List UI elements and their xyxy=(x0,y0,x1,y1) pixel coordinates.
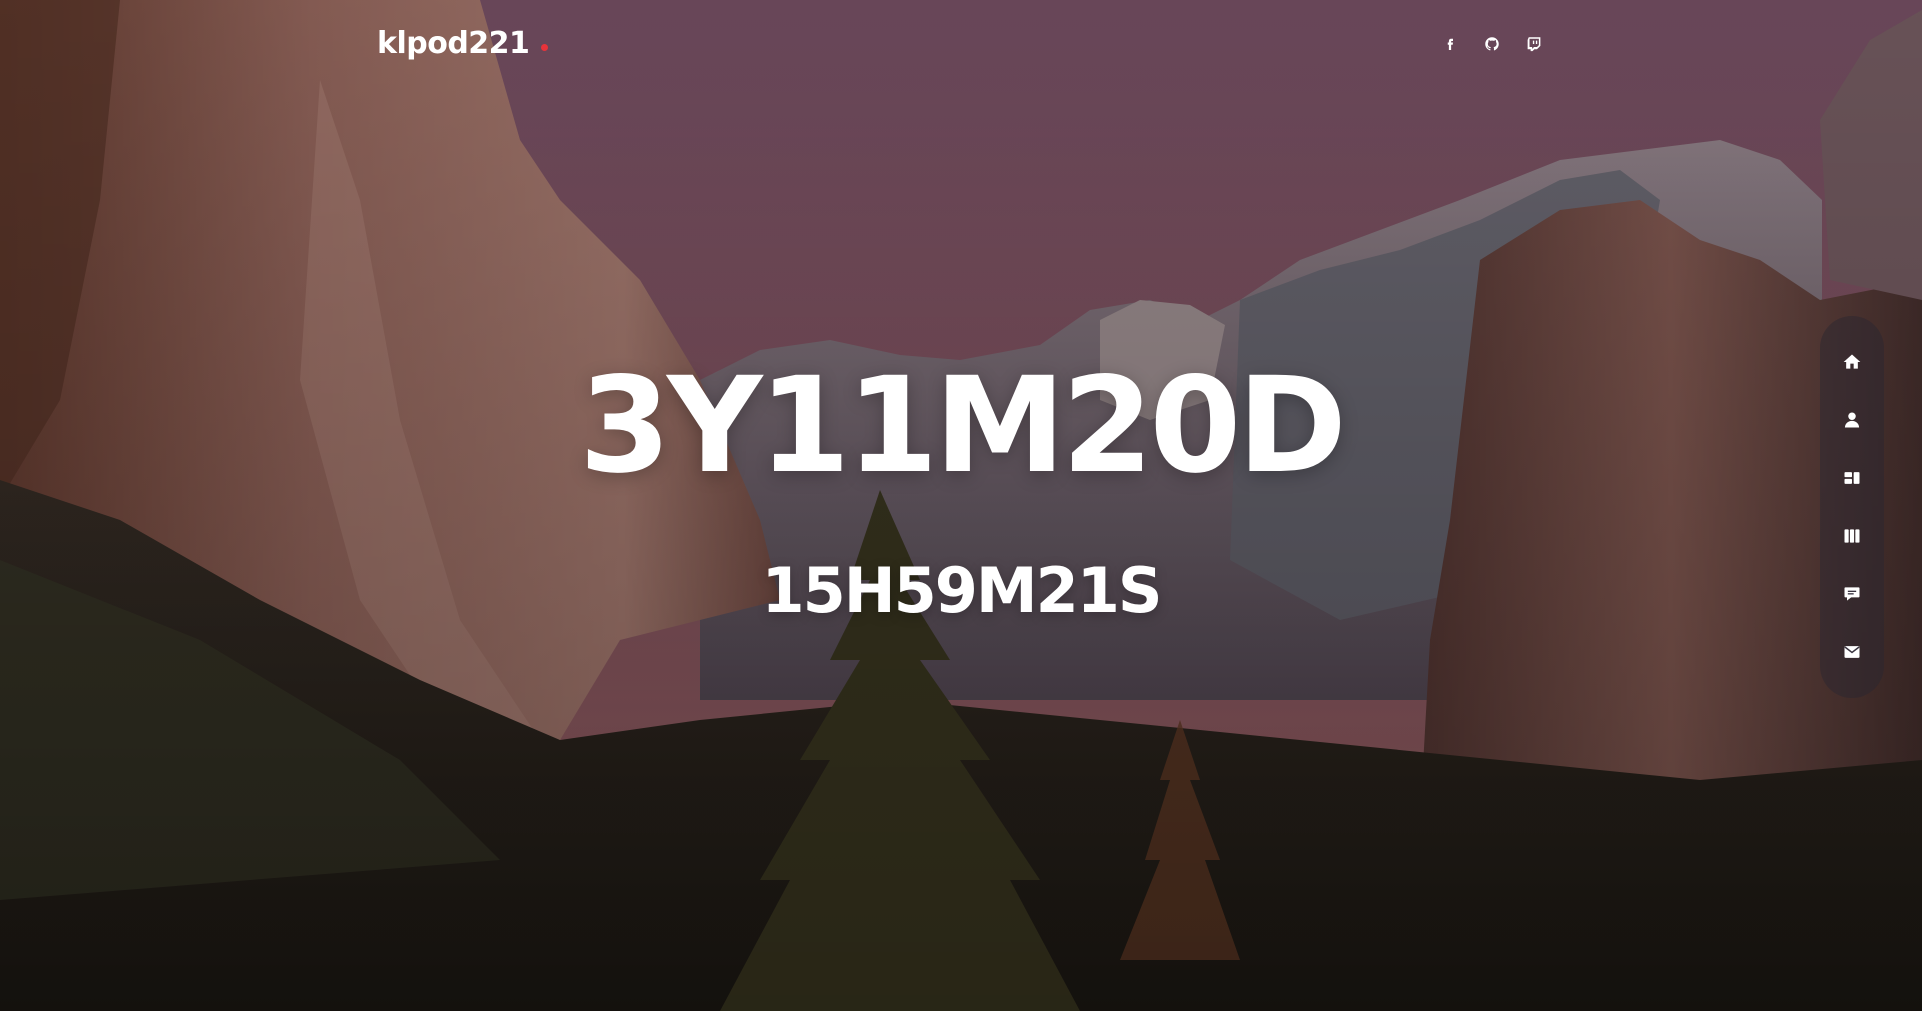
page: klpod221 3Y11M20D 15H59M21S xyxy=(0,0,1922,1011)
background-landscape xyxy=(0,0,1922,1011)
nav-about[interactable] xyxy=(1832,400,1872,440)
logo-dot xyxy=(541,44,549,51)
github-icon xyxy=(1485,37,1499,51)
countdown-headline: 3Y11M20D xyxy=(579,349,1347,503)
nav-contact[interactable] xyxy=(1832,632,1872,672)
user-icon xyxy=(1844,412,1860,428)
nav-dashboard[interactable] xyxy=(1832,458,1872,498)
nav-portfolio[interactable] xyxy=(1832,516,1872,556)
github-link[interactable] xyxy=(1482,34,1502,54)
countdown-subline: 15H59M21S xyxy=(761,554,1162,627)
home-icon xyxy=(1843,354,1861,369)
site-logo[interactable]: klpod221 xyxy=(377,26,549,61)
nav-testimonials[interactable] xyxy=(1832,574,1872,614)
side-navigation xyxy=(1820,316,1884,698)
twitch-icon xyxy=(1527,37,1541,52)
columns-icon xyxy=(1844,529,1860,543)
twitch-link[interactable] xyxy=(1524,34,1544,54)
nav-home[interactable] xyxy=(1832,342,1872,382)
facebook-link[interactable] xyxy=(1440,34,1460,54)
mail-icon xyxy=(1844,646,1860,658)
facebook-icon xyxy=(1447,38,1453,50)
logo-text: klpod221 xyxy=(377,26,530,61)
message-icon xyxy=(1844,587,1860,601)
dashboard-icon xyxy=(1844,472,1860,484)
social-links xyxy=(1440,34,1544,54)
